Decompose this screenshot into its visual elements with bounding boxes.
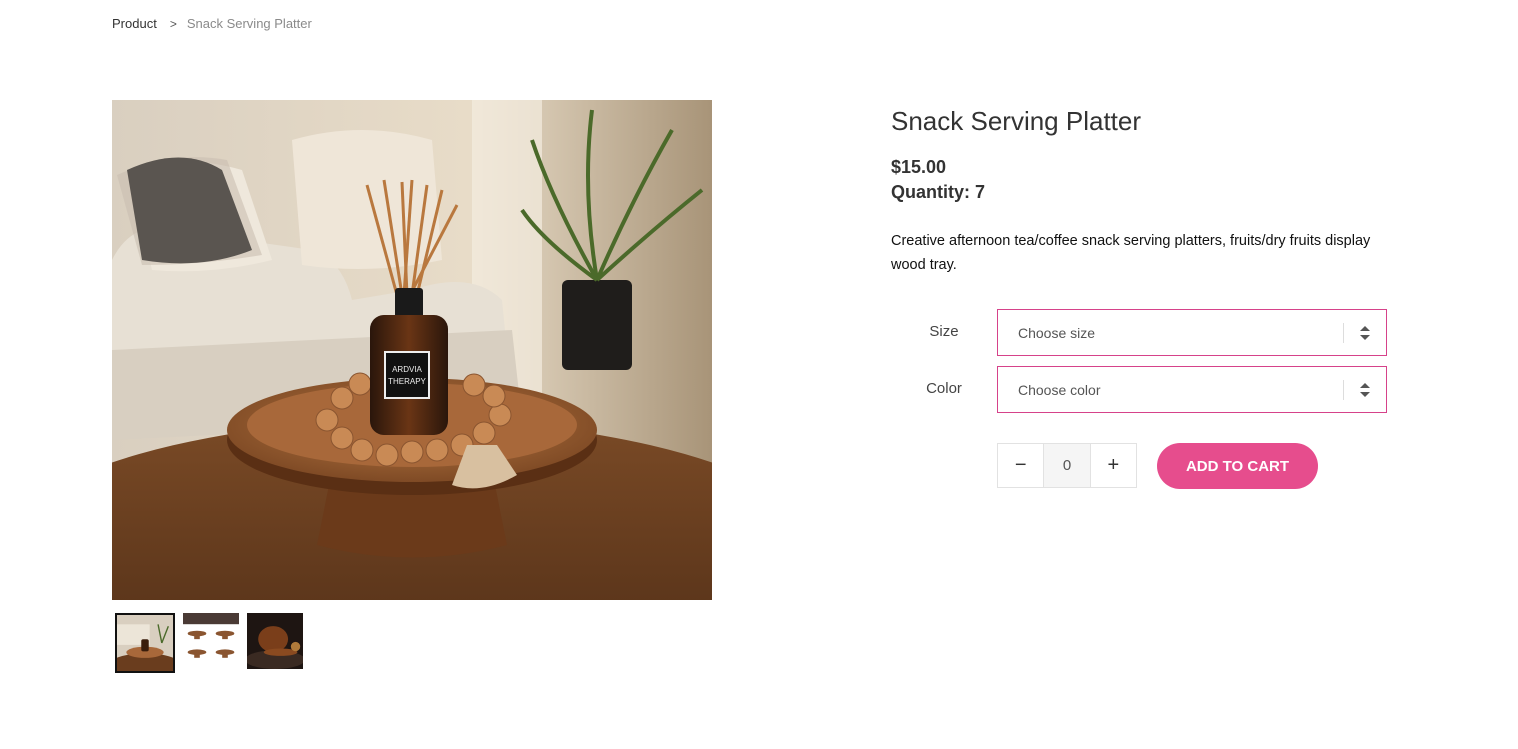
size-select-value: Choose size [1018,324,1096,341]
quantity-stepper: − 0 + [997,443,1137,488]
sort-arrows-icon [1344,367,1386,412]
color-label: Color [926,380,962,397]
quantity-input[interactable]: 0 [1043,444,1091,487]
product-quantity: Quantity: 7 [891,182,986,202]
chevron-right-icon: > [169,16,177,31]
size-label: Size [929,323,959,340]
increase-quantity-button[interactable]: + [1091,444,1136,487]
color-select-value: Choose color [1018,381,1101,398]
thumbnail-dark-platter[interactable] [247,613,303,669]
product-title: Snack Serving Platter [891,106,1142,136]
add-to-cart-button[interactable]: ADD TO CART [1157,443,1318,489]
sort-arrows-icon [1344,310,1386,355]
size-select[interactable]: Choose size [997,309,1387,356]
bottle-label-line2: THERAPY [388,377,426,386]
color-select[interactable]: Choose color [997,366,1387,413]
breadcrumb-product-link[interactable]: Product [112,16,157,31]
breadcrumb: Product > Snack Serving Platter [112,16,312,31]
product-price: $15.00 [891,157,947,177]
thumbnail-four-platters[interactable] [183,613,239,669]
product-description: Creative afternoon tea/coffee snack serv… [891,233,1371,273]
bottle-label-line1: ARDVIA [392,365,422,374]
decrease-quantity-button[interactable]: − [998,444,1043,487]
breadcrumb-current: Snack Serving Platter [186,16,312,31]
product-main-image[interactable]: ARDVIA THERAPY [112,100,712,600]
thumbnail-strip [115,613,303,673]
thumbnail-main-photo[interactable] [115,613,175,673]
